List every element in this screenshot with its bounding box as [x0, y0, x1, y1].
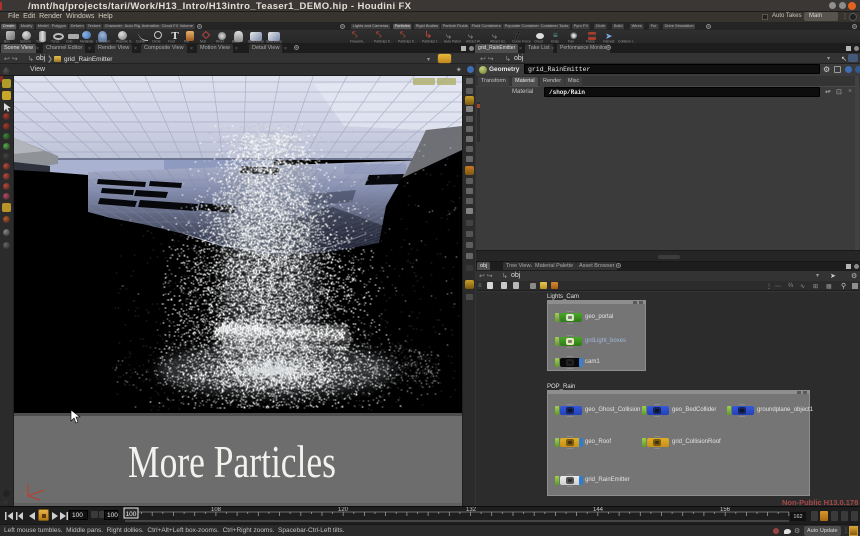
svg-text:120: 120 [338, 507, 349, 513]
svg-text:132: 132 [466, 507, 477, 513]
svg-text:More Particles: More Particles [128, 436, 336, 487]
svg-text:156: 156 [720, 507, 731, 513]
svg-text:100: 100 [126, 511, 137, 518]
svg-text:108: 108 [211, 507, 222, 513]
svg-text:144: 144 [593, 507, 604, 513]
svg-text:162: 162 [793, 514, 802, 520]
